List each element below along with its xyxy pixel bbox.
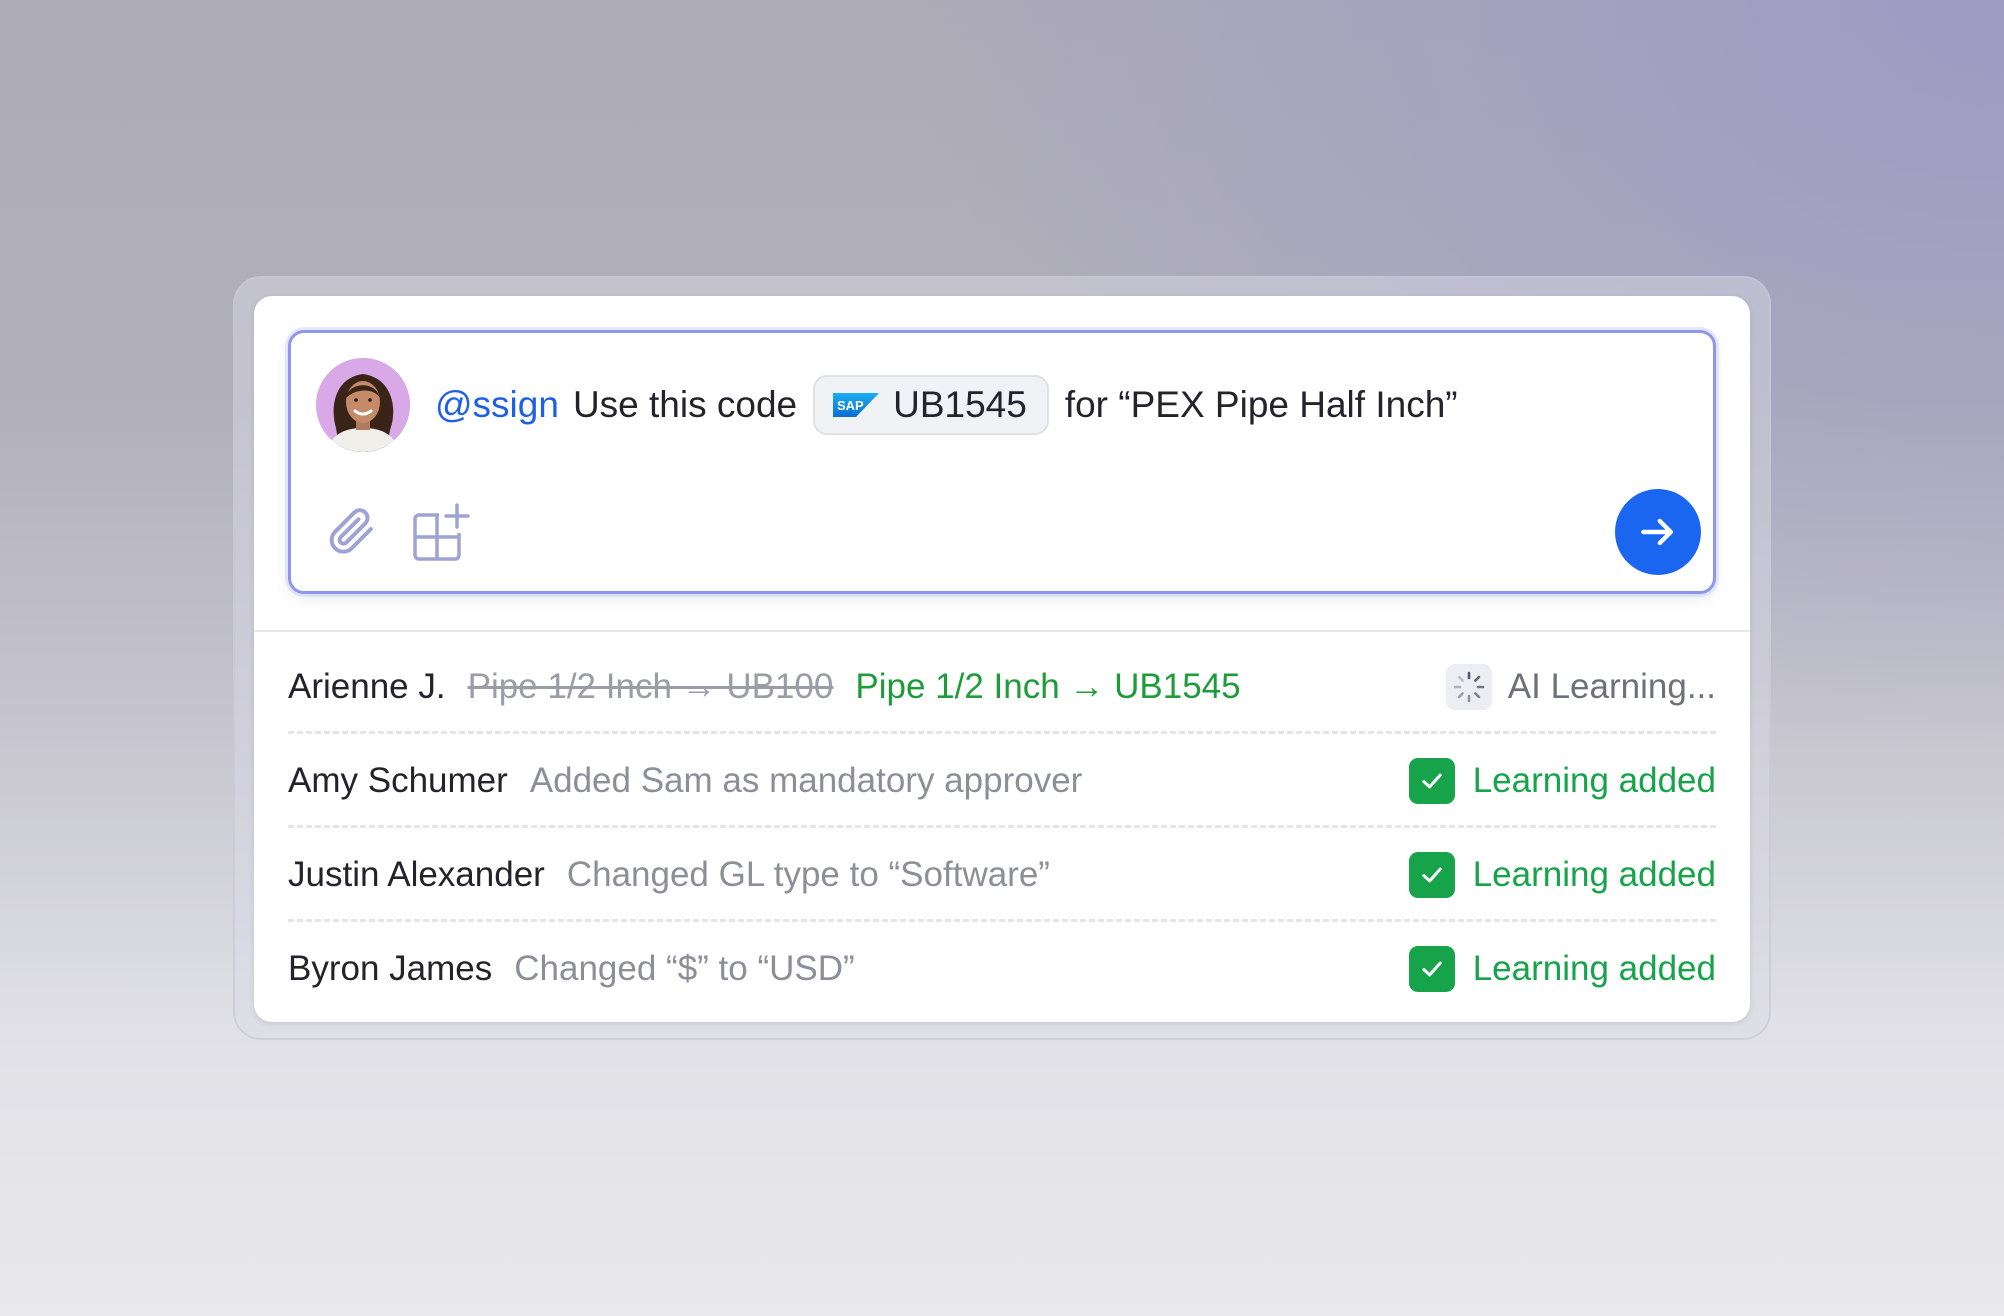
arrow-right-icon: [1641, 518, 1674, 546]
code-chip[interactable]: SAP UB1545: [813, 375, 1049, 435]
section-divider: [254, 630, 1750, 632]
message-composer[interactable]: @ssign Use this code SAP UB1545 for “PEX…: [288, 330, 1716, 594]
avatar: [316, 358, 410, 452]
chip-code: UB1545: [893, 384, 1027, 425]
paperclip-icon[interactable]: [323, 503, 379, 559]
spinner-icon: [1445, 664, 1492, 710]
status-label: Learning added: [1472, 761, 1716, 800]
user-name: Byron James: [288, 949, 493, 988]
mention-tag[interactable]: @ssign: [435, 384, 559, 426]
status-label: Learning added: [1472, 949, 1716, 988]
change-description: Changed GL type to “Software”: [566, 855, 1050, 894]
sap-logo-text: SAP: [837, 398, 864, 413]
old-mapping: Pipe 1/2 Inch → UB100: [467, 667, 834, 706]
check-icon: [1408, 946, 1455, 992]
add-widget-icon[interactable]: [411, 501, 473, 563]
message-text-before: Use this code: [572, 384, 798, 425]
activity-row: Justin Alexander Changed GL type to “Sof…: [288, 828, 1716, 922]
status-label: Learning added: [1472, 855, 1716, 894]
change-description: Added Sam as mandatory approver: [529, 761, 1083, 800]
change-description: Changed “$” to “USD”: [514, 949, 855, 988]
send-button[interactable]: [1615, 489, 1701, 575]
activity-row: Amy Schumer Added Sam as mandatory appro…: [288, 734, 1716, 828]
activity-row: Byron James Changed “$” to “USD” Learnin…: [288, 922, 1716, 1016]
status-label: AI Learning...: [1507, 667, 1716, 706]
check-icon: [1408, 852, 1455, 898]
new-mapping: Pipe 1/2 Inch → UB1545: [855, 667, 1241, 706]
message-text-after: for “PEX Pipe Half Inch”: [1064, 384, 1458, 425]
message-text: @ssign Use this code SAP UB1545 for “PEX…: [435, 373, 1458, 437]
user-name: Justin Alexander: [288, 855, 545, 894]
user-portrait-icon: [316, 358, 410, 452]
user-name: Amy Schumer: [288, 761, 508, 800]
learning-card: @ssign Use this code SAP UB1545 for “PEX…: [254, 296, 1750, 1022]
check-icon: [1408, 758, 1455, 804]
activity-row: Arienne J. Pipe 1/2 Inch → UB100 Pipe 1/…: [288, 640, 1716, 734]
user-name: Arienne J.: [288, 667, 446, 706]
sap-logo-icon: SAP: [833, 393, 880, 417]
